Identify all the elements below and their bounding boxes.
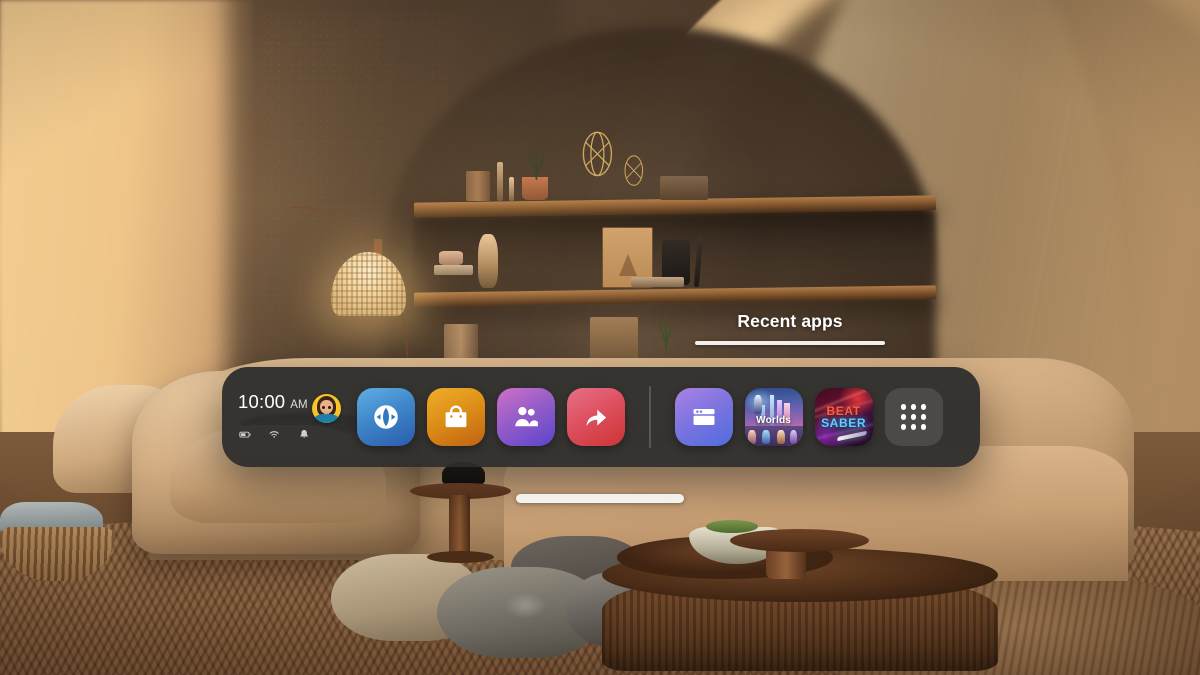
- people-app-button[interactable]: [497, 388, 555, 446]
- beat-saber-app-tile[interactable]: BEAT SABER: [814, 388, 873, 446]
- vr-shell-ui: Recent apps 10:00 AM Worlds BEAT SABER: [0, 0, 1200, 675]
- bell-icon[interactable]: [298, 426, 310, 443]
- avatar-body: [314, 414, 339, 423]
- recent-apps-underline: [695, 341, 885, 345]
- battery-icon[interactable]: [239, 426, 251, 443]
- recent-apps-label: Recent apps: [737, 311, 843, 331]
- browser-window-icon: [693, 409, 715, 425]
- share-arrow-icon: [586, 409, 607, 426]
- browser-app-button[interactable]: [674, 388, 733, 446]
- worlds-character-2: [761, 429, 770, 444]
- recent-apps-header: Recent apps: [695, 311, 885, 345]
- grid-dot: [910, 414, 917, 420]
- worlds-tile-label: Worlds: [756, 414, 792, 426]
- avatar-eye-left: [322, 405, 326, 409]
- shopping-bag-icon: [445, 405, 467, 428]
- beat-saber-label-line2: SABER: [821, 415, 867, 430]
- home-indicator[interactable]: [516, 494, 684, 503]
- grid-dot: [900, 404, 907, 410]
- avatar-container[interactable]: [310, 367, 347, 467]
- status-column: 10:00 AM: [222, 391, 310, 443]
- worlds-flying-avatar: [753, 394, 762, 414]
- pinned-apps-group: Worlds BEAT SABER: [347, 386, 943, 448]
- grid-dot: [910, 424, 917, 430]
- avatar[interactable]: [312, 394, 341, 423]
- grid-dot: [920, 424, 927, 430]
- clock-time: 10:00: [238, 391, 286, 412]
- avatar-eye-right: [328, 405, 332, 409]
- clock-meridiem: AM: [290, 399, 308, 411]
- grid-dot: [900, 424, 907, 430]
- status-icons: [238, 426, 310, 443]
- compass-icon: [374, 405, 398, 429]
- grid-dot: [920, 404, 927, 410]
- grid-dots-icon: [900, 404, 927, 430]
- grid-dot: [920, 414, 927, 420]
- share-app-button[interactable]: [567, 388, 625, 446]
- worlds-character-1: [748, 429, 756, 444]
- store-app-button[interactable]: [427, 388, 485, 446]
- people-icon: [515, 407, 538, 427]
- navigate-app-button[interactable]: [357, 388, 415, 446]
- app-library-button[interactable]: [884, 388, 943, 446]
- grid-dot: [910, 404, 917, 410]
- wifi-icon[interactable]: [268, 426, 280, 443]
- grid-dot: [900, 414, 907, 420]
- worlds-app-tile[interactable]: Worlds: [744, 388, 803, 446]
- dock-bar[interactable]: 10:00 AM Worlds BEAT SABER: [222, 367, 980, 467]
- dock-divider: [649, 386, 651, 448]
- worlds-character-3: [777, 429, 785, 444]
- clock: 10:00 AM: [238, 391, 310, 413]
- worlds-character-4: [789, 429, 798, 444]
